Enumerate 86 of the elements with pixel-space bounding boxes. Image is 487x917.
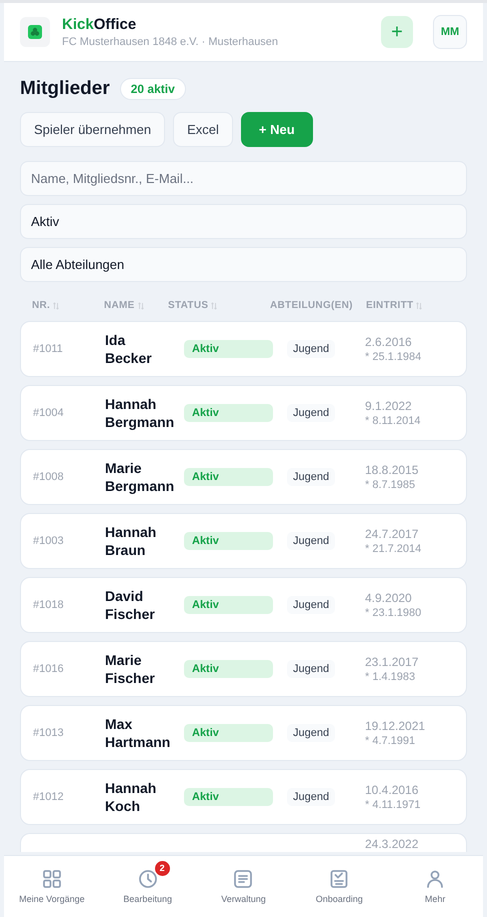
sort-icon bbox=[416, 302, 422, 310]
member-row[interactable]: #1018 David Fischer Aktiv Jugend 4.9.2020 * 23.1.1980 bbox=[20, 577, 467, 633]
nav-item[interactable]: Verwaltung bbox=[196, 856, 292, 917]
member-row[interactable]: 24.3.2022 bbox=[20, 833, 467, 852]
member-name: Hannah Bergmann bbox=[105, 395, 174, 431]
join-date: 10.4.2016 bbox=[365, 783, 420, 797]
status-badge: Aktiv bbox=[184, 596, 273, 614]
member-name: Marie Fischer bbox=[105, 651, 155, 687]
member-number: #1012 bbox=[33, 791, 65, 803]
action-button[interactable]: Spieler übernehmen bbox=[20, 112, 166, 147]
department-tag: Jugend bbox=[287, 404, 336, 422]
member-name: David Fischer bbox=[105, 587, 155, 623]
department-tag: Jugend bbox=[287, 532, 336, 550]
status-badge: Aktiv bbox=[184, 468, 273, 486]
member-number: #1013 bbox=[33, 727, 65, 739]
department-tag: Jugend bbox=[287, 724, 336, 742]
search-field[interactable]: Name, Mitgliedsnr., E-Mail... bbox=[20, 161, 467, 196]
filter-field[interactable]: Aktiv bbox=[20, 204, 467, 239]
join-date: 19.12.2021 bbox=[365, 719, 426, 733]
join-date: 18.8.2015 bbox=[365, 463, 420, 477]
sort-icon bbox=[138, 302, 144, 310]
user-avatar[interactable]: MM bbox=[433, 15, 467, 49]
page-title: Mitglieder bbox=[20, 78, 110, 100]
birth-date: * 8.7.1985 bbox=[365, 479, 416, 491]
nav-item[interactable]: Meine Vorgänge bbox=[4, 856, 100, 917]
status-badge: Aktiv bbox=[184, 404, 273, 422]
member-number: #1011 bbox=[33, 343, 64, 355]
document-icon bbox=[234, 870, 252, 888]
birth-date: * 25.1.1984 bbox=[365, 351, 422, 363]
department-tag: Jugend bbox=[287, 788, 336, 806]
birth-date: * 1.4.1983 bbox=[365, 671, 416, 683]
member-row[interactable]: #1004 Hannah Bergmann Aktiv Jugend 9.1.2022 * 8.11.2014 bbox=[20, 385, 467, 441]
clock-icon bbox=[138, 870, 157, 888]
nav-item[interactable]: 2 Bearbeitung bbox=[100, 856, 196, 917]
join-date: 2.6.2016 bbox=[365, 335, 413, 349]
member-row[interactable]: #1008 Marie Bergmann Aktiv Jugend 18.8.2015 * 8.7.1985 bbox=[20, 449, 467, 505]
department-tag: Jugend bbox=[287, 340, 336, 358]
member-row[interactable]: #1011 Ida Becker Aktiv Jugend 2.6.2016 * 25.1.1984 bbox=[20, 321, 467, 377]
member-row[interactable]: #1012 Hannah Koch Aktiv Jugend 10.4.2016 * 4.11.1971 bbox=[20, 769, 467, 825]
birth-date: * 4.11.1971 bbox=[365, 799, 422, 811]
join-date: 9.1.2022 bbox=[365, 399, 413, 413]
checklist-icon bbox=[330, 870, 348, 888]
member-row[interactable]: #1003 Hannah Braun Aktiv Jugend 24.7.2017 * 21.7.2014 bbox=[20, 513, 467, 569]
member-row[interactable]: #1016 Marie Fischer Aktiv Jugend 23.1.2017 * 1.4.1983 bbox=[20, 641, 467, 697]
member-number: #1008 bbox=[33, 471, 65, 483]
join-date: 23.1.2017 bbox=[365, 655, 420, 669]
department-tag: Jugend bbox=[287, 596, 336, 614]
add-button[interactable]: + bbox=[381, 16, 413, 48]
status-badge: Aktiv bbox=[184, 724, 273, 742]
member-number: #1003 bbox=[33, 535, 65, 547]
nav-item[interactable]: Mehr bbox=[387, 856, 483, 917]
status-badge: Aktiv bbox=[184, 340, 273, 358]
notification-badge: 2 bbox=[154, 860, 170, 876]
status-badge: Aktiv bbox=[184, 532, 273, 550]
action-button[interactable]: Excel bbox=[173, 112, 233, 147]
member-name: Hannah Koch bbox=[105, 779, 156, 815]
person-icon bbox=[426, 870, 444, 888]
member-name: Marie Bergmann bbox=[105, 459, 174, 495]
member-name: Ida Becker bbox=[105, 331, 152, 367]
birth-date: * 21.7.2014 bbox=[365, 543, 422, 555]
logo-icon bbox=[20, 17, 50, 47]
filter-field[interactable]: Alle Abteilungen bbox=[20, 247, 467, 282]
department-tag: Jugend bbox=[287, 660, 336, 678]
status-badge: Aktiv bbox=[184, 660, 273, 678]
birth-date: * 8.11.2014 bbox=[365, 415, 422, 427]
join-date: 24.7.2017 bbox=[365, 527, 420, 541]
join-date: 4.9.2020 bbox=[365, 591, 413, 605]
app-title: KickOffice bbox=[62, 16, 138, 33]
member-name: Hannah Braun bbox=[105, 523, 156, 559]
sort-icon bbox=[53, 302, 60, 310]
count-badge: 20 aktiv bbox=[120, 78, 186, 100]
member-row[interactable]: #1013 Max Hartmann Aktiv Jugend 19.12.2021 * 4.7.1991 bbox=[20, 705, 467, 761]
join-date: 24.3.2022 bbox=[365, 837, 420, 851]
member-name: Max Hartmann bbox=[105, 715, 170, 751]
member-number: #1016 bbox=[33, 663, 65, 675]
department-tag: Jugend bbox=[287, 468, 336, 486]
sort-icon bbox=[211, 302, 218, 310]
nav-item[interactable]: Onboarding bbox=[291, 856, 388, 917]
grid-icon bbox=[42, 870, 61, 888]
birth-date: * 4.7.1991 bbox=[365, 735, 416, 747]
member-number: #1004 bbox=[33, 407, 65, 419]
new-button[interactable]: + Neu bbox=[240, 112, 313, 147]
status-badge: Aktiv bbox=[184, 788, 273, 806]
birth-date: * 23.1.1980 bbox=[365, 607, 422, 619]
member-number: #1018 bbox=[33, 599, 65, 611]
club-name: FC Musterhausen 1848 e.V. · Musterhausen bbox=[62, 36, 280, 48]
